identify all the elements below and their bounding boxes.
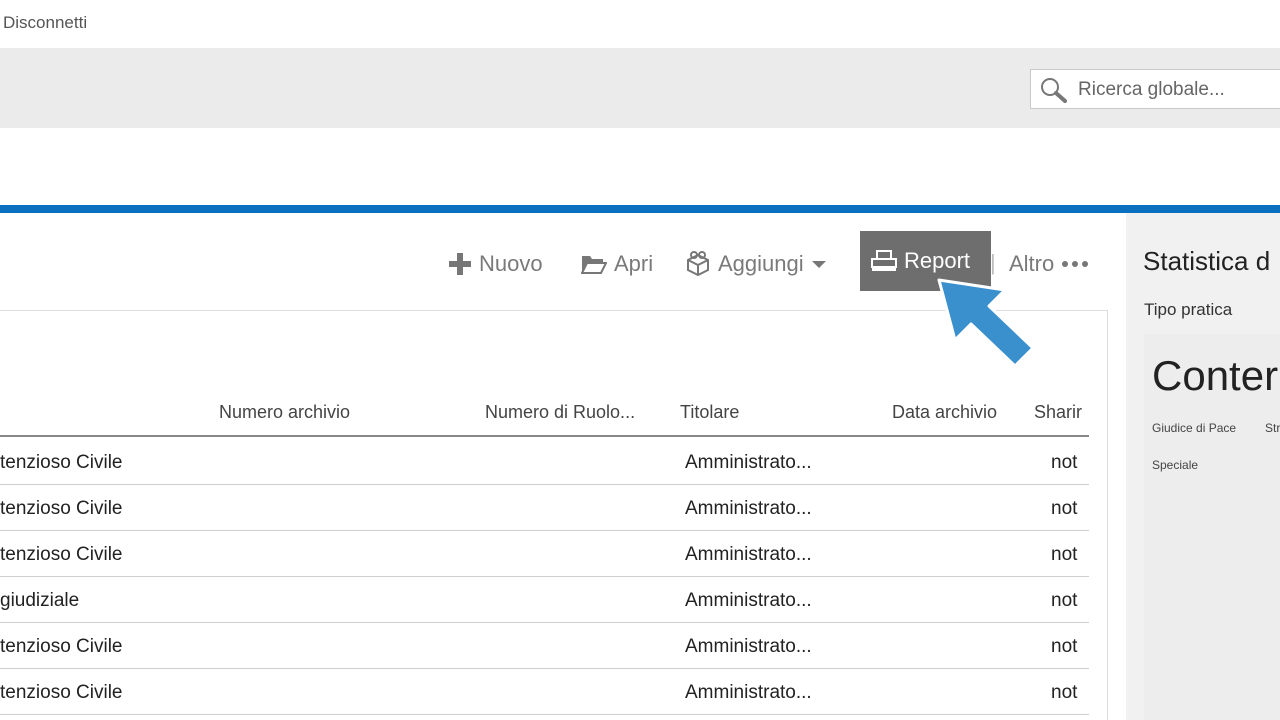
accent-bar: [0, 205, 1280, 213]
table-row[interactable]: tenzioso Civile Amministrato... not: [0, 669, 1089, 715]
table-row[interactable]: tenzioso Civile Amministrato... not: [0, 623, 1089, 669]
cell-titolare: Amministrato...: [685, 452, 812, 473]
cell-tipo: tenzioso Civile: [0, 682, 123, 703]
open-button-label: Apri: [614, 251, 654, 276]
cell-tipo: tenzioso Civile: [0, 452, 123, 473]
chart-tag-speciale: Speciale: [1152, 458, 1199, 472]
cell-sharing: not: [1051, 452, 1078, 473]
chevron-down-icon: [811, 261, 826, 268]
search-placeholder: Ricerca globale...: [1078, 79, 1225, 100]
disconnect-link[interactable]: Disconnetti: [3, 13, 87, 33]
statistics-title: Statistica d: [1143, 246, 1271, 276]
add-button-label: Aggiungi: [718, 251, 804, 276]
cell-sharing: not: [1051, 590, 1078, 611]
cell-sharing: not: [1051, 682, 1078, 703]
more-button-label: Altro: [1009, 251, 1055, 276]
column-header-numero-ruolo[interactable]: Numero di Ruolo...: [485, 402, 635, 423]
table-row[interactable]: tenzioso Civile Amministrato... not: [0, 531, 1089, 577]
table-row[interactable]: tenzioso Civile Amministrato... not: [0, 485, 1089, 531]
table-row[interactable]: tenzioso Civile Amministrato... not: [0, 439, 1089, 485]
folder-open-icon: [581, 256, 607, 274]
cell-sharing: not: [1051, 544, 1078, 565]
cell-tipo: tenzioso Civile: [0, 498, 123, 519]
report-button-label: Report: [904, 248, 971, 273]
cell-titolare: Amministrato...: [685, 636, 812, 657]
new-button[interactable]: Nuovo: [448, 250, 543, 278]
chart-tag-giudice-di-pace: Giudice di Pace: [1152, 421, 1237, 435]
cell-tipo: tenzioso Civile: [0, 636, 123, 657]
table-header-divider: [0, 435, 1089, 437]
gift-box-icon: [687, 251, 709, 277]
ellipsis-icon: [1062, 261, 1089, 267]
chart-big-label: Conter: [1152, 352, 1279, 399]
cell-tipo: tenzioso Civile: [0, 544, 123, 565]
printer-icon: [871, 250, 897, 271]
column-header-sharing[interactable]: Sharir: [1034, 402, 1089, 423]
cell-titolare: Amministrato...: [685, 590, 812, 611]
column-header-titolare[interactable]: Titolare: [680, 402, 739, 423]
toolbar-separator: |: [990, 250, 996, 275]
more-button[interactable]: Altro: [1009, 250, 1089, 278]
cell-titolare: Amministrato...: [685, 498, 812, 519]
column-header-data-archivio[interactable]: Data archivio: [892, 402, 997, 423]
plus-icon: [449, 253, 471, 275]
add-button[interactable]: Aggiungi: [685, 250, 827, 278]
search-icon: [1041, 78, 1067, 103]
cell-sharing: not: [1051, 498, 1078, 519]
open-button[interactable]: Apri: [581, 250, 653, 278]
cell-titolare: Amministrato...: [685, 544, 812, 565]
tipo-pratica-label: Tipo pratica: [1144, 300, 1233, 319]
pointer-arrow-icon: [937, 278, 1035, 368]
cell-tipo: giudiziale: [0, 590, 80, 611]
top-bar: [0, 0, 1280, 48]
column-header-numero-archivio[interactable]: Numero archivio: [219, 402, 350, 423]
table-row[interactable]: giudiziale Amministrato... not: [0, 577, 1089, 623]
chart-tag-str: Str: [1265, 421, 1280, 435]
cell-titolare: Amministrato...: [685, 682, 812, 703]
new-button-label: Nuovo: [479, 251, 543, 276]
cell-sharing: not: [1051, 636, 1078, 657]
